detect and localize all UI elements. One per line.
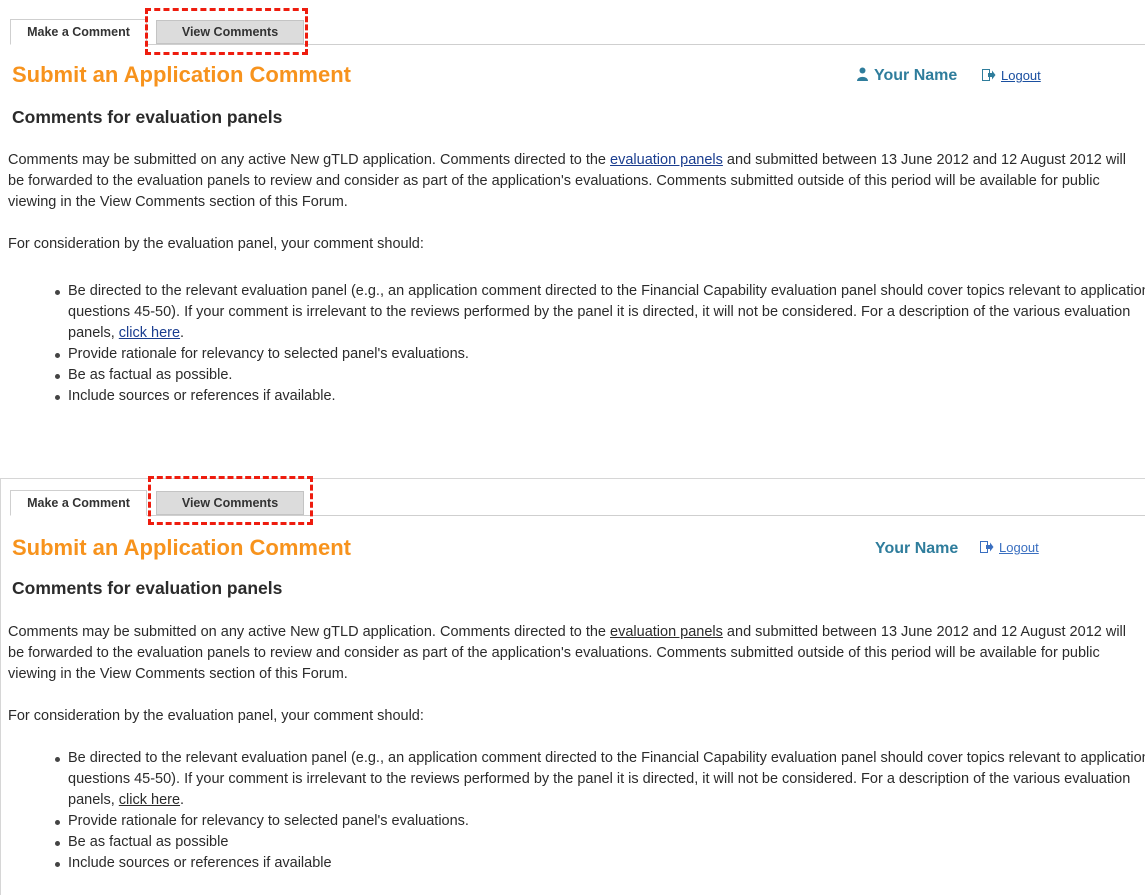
criteria-factual: Be as factual as possible. [68, 367, 233, 383]
evaluation-panels-link[interactable]: evaluation panels [610, 624, 723, 640]
criteria-lead: For consideration by the evaluation pane… [8, 236, 424, 252]
logout[interactable]: Logout [982, 68, 1041, 83]
tab-make-comment[interactable]: Make a Comment [10, 490, 147, 516]
click-here-link[interactable]: click here [119, 325, 180, 341]
intro-text-pre: Comments may be submitted on any active … [8, 624, 611, 640]
intro-paragraph: Comments may be submitted on any active … [8, 622, 1143, 685]
user-name-label: Your Name [874, 67, 958, 84]
criteria-rationale: Provide rationale for relevancy to selec… [68, 346, 469, 362]
logout-icon [980, 541, 994, 553]
criteria-rationale: Provide rationale for relevancy to selec… [68, 813, 469, 829]
tab-view-comments[interactable]: View Comments [156, 20, 304, 44]
page-title: Submit an Application Comment [12, 535, 351, 560]
tab-view-comments[interactable]: View Comments [156, 491, 304, 515]
criteria-relevant-panel-end: . [180, 792, 185, 808]
user-name-label: Your Name [875, 540, 959, 557]
tab-bar: Make a Comment View Comments [10, 19, 1145, 45]
list-item: Be as factual as possible [55, 832, 1145, 853]
list-item: Be directed to the relevant evaluation p… [55, 281, 1145, 344]
criteria-relevant-panel-end: . [180, 325, 185, 341]
list-item: Be directed to the relevant evaluation p… [55, 748, 1145, 811]
page-title: Submit an Application Comment [12, 62, 351, 87]
logout-icon [982, 69, 996, 81]
logout-link[interactable]: Logout [1001, 68, 1041, 83]
tab-bar: Make a Comment View Comments [10, 490, 1145, 516]
section-heading: Comments for evaluation panels [12, 107, 283, 127]
list-item: Provide rationale for relevancy to selec… [55, 811, 1145, 832]
person-icon [857, 67, 868, 81]
user-name: Your Name [875, 540, 958, 558]
tab-make-comment[interactable]: Make a Comment [10, 19, 147, 45]
list-item: Provide rationale for relevancy to selec… [55, 344, 1145, 365]
criteria-list: Be directed to the relevant evaluation p… [54, 748, 1145, 874]
criteria-sources: Include sources or references if availab… [68, 388, 336, 404]
section-heading: Comments for evaluation panels [12, 578, 283, 598]
criteria-sources: Include sources or references if availab… [68, 855, 332, 871]
criteria-factual: Be as factual as possible [68, 834, 229, 850]
logout[interactable]: Logout [980, 540, 1039, 555]
comment-panel-bottom: Make a Comment View Comments Submit an A… [0, 476, 1145, 895]
list-item: Be as factual as possible. [55, 365, 1145, 386]
criteria-relevant-panel: Be directed to the relevant evaluation p… [68, 750, 1145, 808]
evaluation-panels-link[interactable]: evaluation panels [610, 152, 723, 168]
criteria-list: Be directed to the relevant evaluation p… [54, 281, 1145, 407]
list-item: Include sources or references if availab… [55, 853, 1145, 874]
logout-link[interactable]: Logout [999, 540, 1039, 555]
intro-text-pre: Comments may be submitted on any active … [8, 152, 611, 168]
criteria-relevant-panel: Be directed to the relevant evaluation p… [68, 283, 1145, 341]
criteria-lead: For consideration by the evaluation pane… [8, 708, 424, 724]
list-item: Include sources or references if availab… [55, 386, 1145, 407]
user-name: Your Name [857, 67, 957, 85]
click-here-link[interactable]: click here [119, 792, 180, 808]
intro-paragraph: Comments may be submitted on any active … [8, 150, 1143, 213]
comment-panel-top: Make a Comment View Comments Submit an A… [0, 0, 1145, 448]
